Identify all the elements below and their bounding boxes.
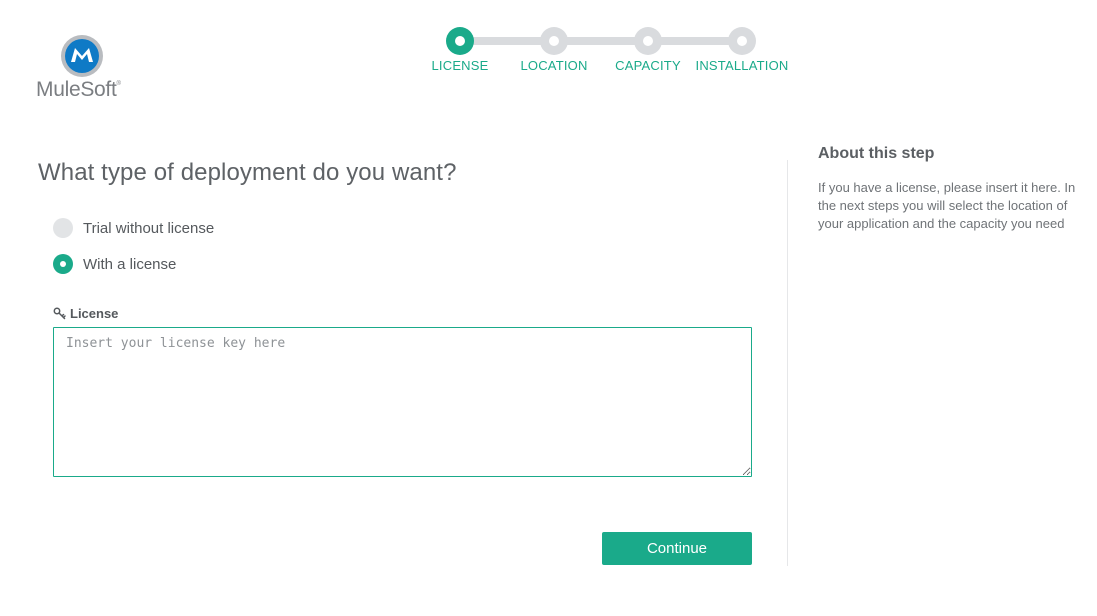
step-location-label: LOCATION <box>520 58 588 73</box>
license-field-label: License <box>53 306 118 321</box>
radio-label-trial: Trial without license <box>83 219 215 237</box>
vertical-divider <box>787 160 788 566</box>
about-step-title: About this step <box>818 145 935 162</box>
about-step-description: If you have a license, please insert it … <box>818 180 1076 231</box>
radio-button-unchecked[interactable] <box>53 218 73 238</box>
radio-button-checked[interactable] <box>53 254 73 274</box>
mulesoft-logo: MuleSoft® <box>36 34 132 101</box>
license-label-text: License <box>70 306 119 321</box>
step-capacity-dot <box>634 27 662 55</box>
step-capacity-label: CAPACITY <box>615 58 681 73</box>
license-key-input[interactable] <box>53 327 752 477</box>
mulesoft-mark-icon <box>61 35 103 77</box>
brand-name: MuleSoft® <box>36 78 121 101</box>
key-icon <box>53 307 66 320</box>
page-title: What type of deployment do you want? <box>38 159 457 186</box>
radio-option-trial[interactable]: Trial without license <box>53 218 214 238</box>
step-license-dot <box>446 27 474 55</box>
step-installation-label: INSTALLATION <box>695 58 789 73</box>
step-location-dot <box>540 27 568 55</box>
radio-option-license[interactable]: With a license <box>53 254 176 274</box>
progress-stepper: LICENSE LOCATION CAPACITY INSTALLATION <box>422 24 802 84</box>
radio-label-license: With a license <box>83 255 177 273</box>
continue-button[interactable]: Continue <box>602 532 752 565</box>
step-license-label: LICENSE <box>431 58 489 73</box>
step-installation-dot <box>728 27 756 55</box>
